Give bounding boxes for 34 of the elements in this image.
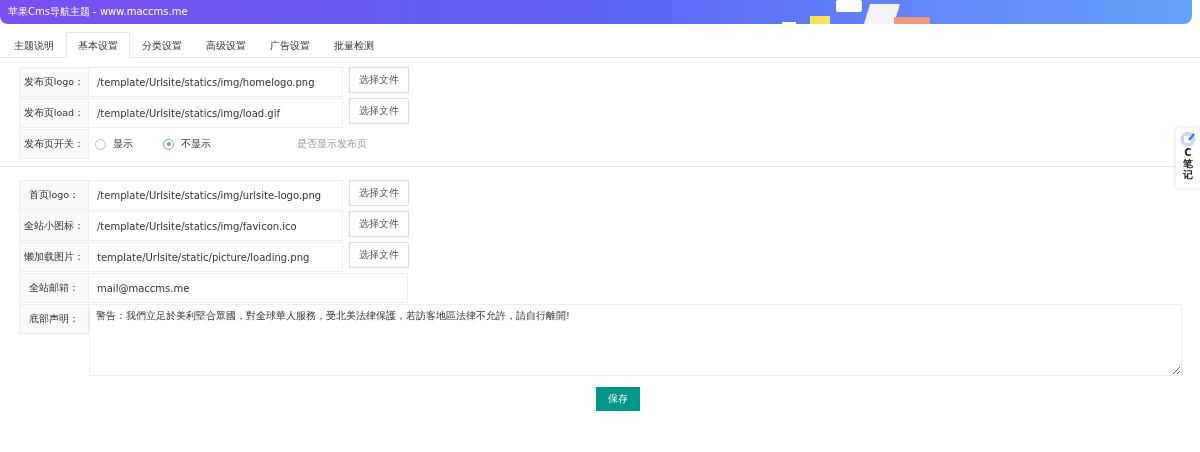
field-label: 底部声明： <box>19 304 89 334</box>
choose-file-button[interactable]: 选择文件 <box>349 211 409 237</box>
path-field[interactable]: /template/Urlsite/statics/img/homelogo.png <box>89 67 343 97</box>
field-label: 首页logo： <box>19 180 89 210</box>
notes-widget[interactable]: C笔记 <box>1176 128 1200 188</box>
field-label: 全站邮箱： <box>19 273 89 303</box>
field-label: 全站小图标： <box>19 211 89 241</box>
email-field[interactable]: mail@maccms.me <box>89 273 408 303</box>
hint-text: 是否显示发布页 <box>297 137 367 151</box>
field-label: 懒加载图片： <box>19 242 89 272</box>
field-label: 发布页开关： <box>19 129 89 159</box>
tab[interactable]: 高级设置 <box>194 32 258 58</box>
footer-statement-field[interactable]: 警告：我們立足於美利堅合眾國，對全球華人服務，受北美法律保護，若訪客地區法律不允許，請自行離開! <box>89 304 1182 376</box>
choose-file-button[interactable]: 选择文件 <box>349 180 409 206</box>
radio-label[interactable]: 显示 <box>113 137 133 151</box>
choose-file-button[interactable]: 选择文件 <box>349 242 409 268</box>
tab[interactable]: 批量检测 <box>322 32 386 58</box>
radio-label[interactable]: 不显示 <box>181 137 211 151</box>
field-label: 发布页load： <box>19 98 89 128</box>
widget-label[interactable]: C笔记 <box>1183 147 1193 180</box>
choose-file-button[interactable]: 选择文件 <box>349 98 409 124</box>
path-field[interactable]: template/Urlsite/static/picture/loading.png <box>89 242 343 272</box>
notebook-icon <box>1180 131 1196 147</box>
field-label: 发布页logo： <box>19 67 89 97</box>
tab[interactable]: 主题说明 <box>2 32 66 58</box>
tab[interactable]: 分类设置 <box>130 32 194 58</box>
save-button[interactable]: 保存 <box>595 387 640 411</box>
path-field[interactable]: /template/Urlsite/statics/img/urlsite-logo.png <box>89 180 343 210</box>
path-field[interactable]: /template/Urlsite/statics/img/load.gif <box>89 98 343 128</box>
tab[interactable]: 广告设置 <box>258 32 322 58</box>
header-title: 苹果Cms导航主题 - www.maccms.me <box>8 5 188 19</box>
choose-file-button[interactable]: 选择文件 <box>349 67 409 93</box>
path-field[interactable]: /template/Urlsite/statics/img/favicon.ico <box>89 211 343 241</box>
tab[interactable]: 基本设置 <box>66 32 130 58</box>
